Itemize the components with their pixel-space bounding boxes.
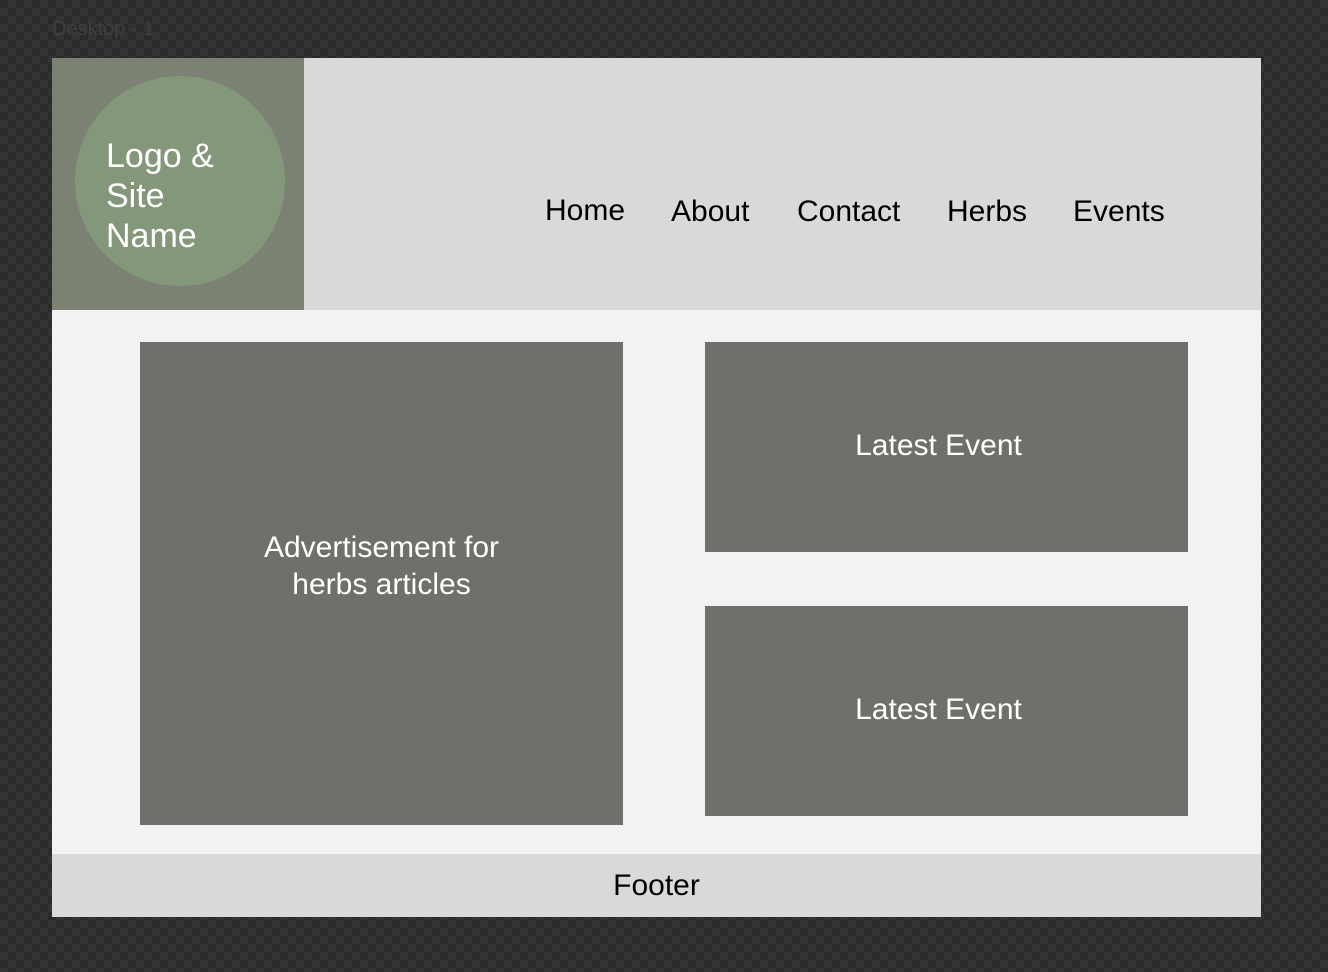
nav-item-herbs[interactable]: Herbs xyxy=(947,192,1027,232)
nav-item-about[interactable]: About xyxy=(671,192,749,232)
frame-label: Desktop - 1 xyxy=(52,18,155,40)
page-frame: Logo & Site Name Home About Contact Herb… xyxy=(52,58,1261,917)
logo-block[interactable]: Logo & Site Name xyxy=(52,58,304,310)
nav-item-home[interactable]: Home xyxy=(545,191,625,231)
site-header: Logo & Site Name Home About Contact Herb… xyxy=(52,58,1261,310)
latest-event-label: Latest Event xyxy=(855,692,1022,726)
latest-event-card[interactable]: Latest Event xyxy=(705,342,1188,552)
latest-event-card[interactable]: Latest Event xyxy=(705,606,1188,816)
logo-site-name: Logo & Site Name xyxy=(106,137,214,255)
advertisement-text: Advertisement for herbs articles xyxy=(263,530,500,601)
latest-event-label: Latest Event xyxy=(855,428,1022,462)
site-footer: Footer xyxy=(52,854,1261,917)
advertisement-panel[interactable]: Advertisement for herbs articles xyxy=(140,342,623,825)
footer-label: Footer xyxy=(613,868,700,902)
nav-item-contact[interactable]: Contact xyxy=(797,192,900,232)
nav-item-events[interactable]: Events xyxy=(1073,192,1165,232)
